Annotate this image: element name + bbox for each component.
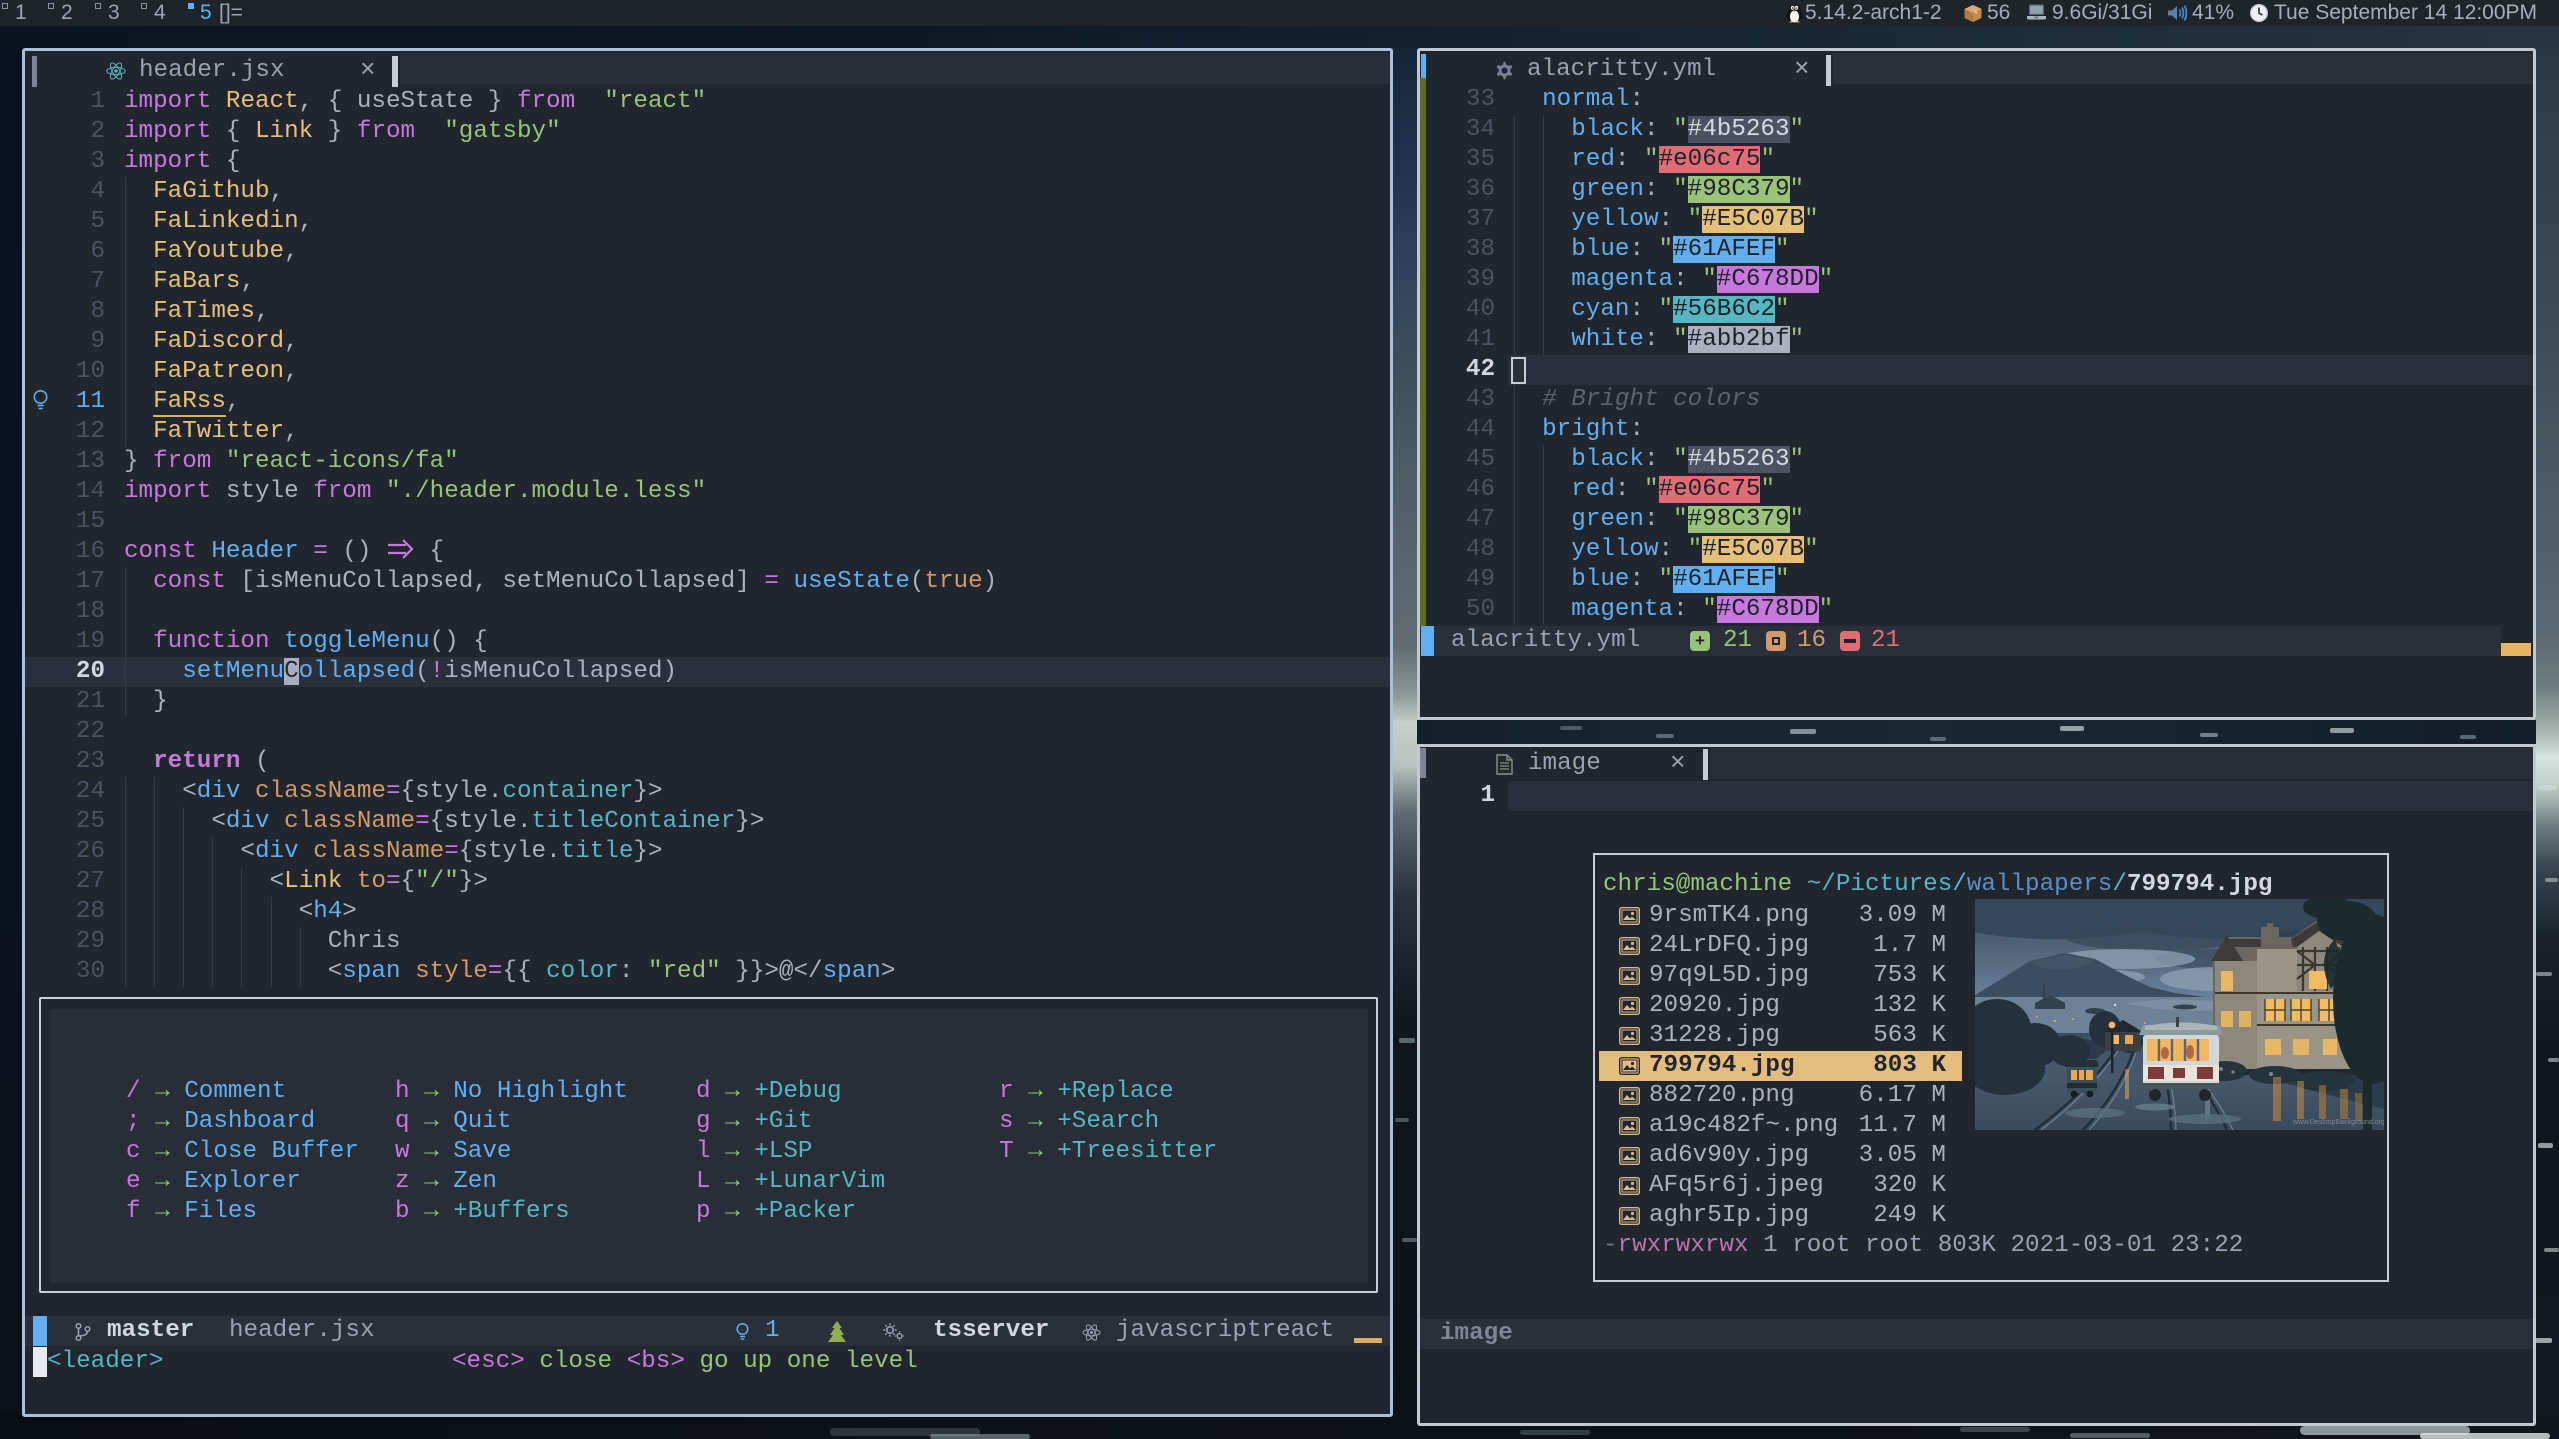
svg-text:www.DesktopBackground.org: www.DesktopBackground.org [2292, 1119, 2384, 1126]
